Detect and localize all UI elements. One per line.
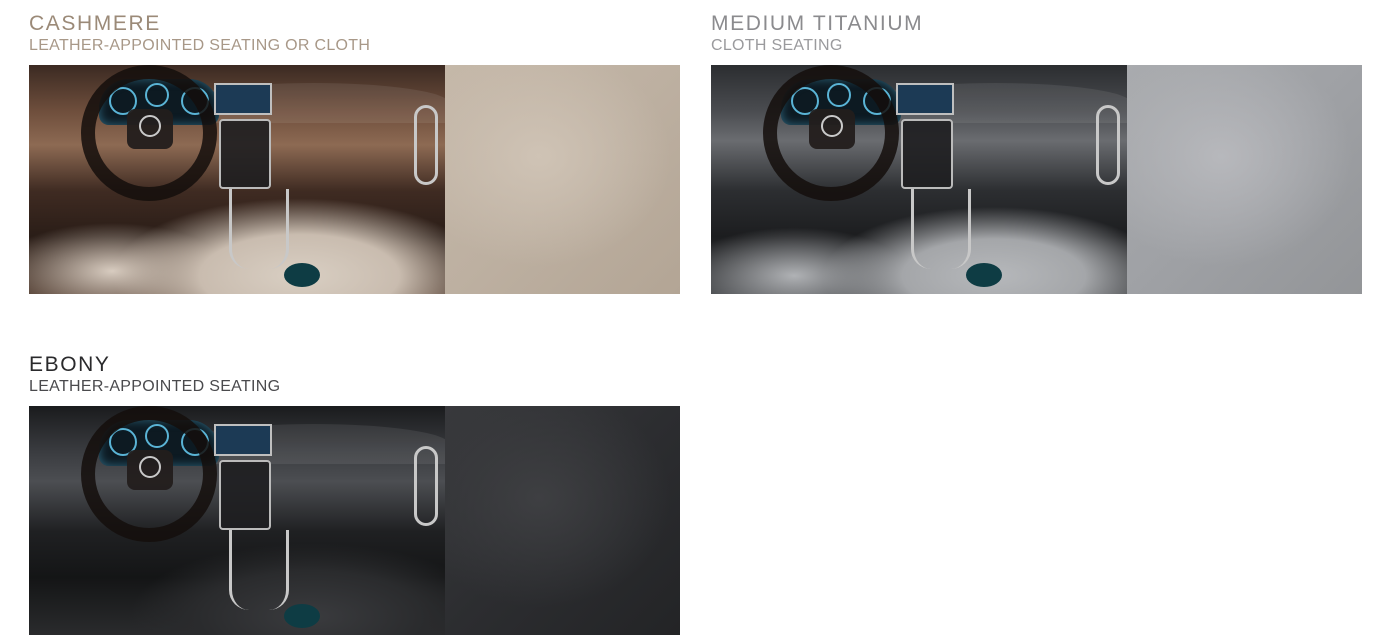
air-vent: [414, 446, 438, 526]
center-stack: [901, 119, 953, 189]
brand-logo-icon: [139, 456, 161, 478]
center-stack: [219, 119, 271, 189]
interior-photo: [29, 65, 445, 294]
seating-type: LEATHER-APPOINTED SEATING OR CLOTH: [29, 37, 371, 54]
color-name: EBONY: [29, 353, 111, 376]
swatch-images: [29, 406, 680, 635]
material-texture-swatch: [445, 406, 680, 635]
material-texture-swatch: [445, 65, 680, 294]
seating-type: CLOTH SEATING: [711, 37, 843, 54]
seating-type: LEATHER-APPOINTED SEATING: [29, 378, 281, 395]
cupholder: [284, 604, 320, 628]
cupholder: [966, 263, 1002, 287]
brand-logo-icon: [139, 115, 161, 137]
swatch-cashmere: CASHMERE LEATHER-APPOINTED SEATING OR CL…: [29, 12, 681, 294]
cupholder: [284, 263, 320, 287]
brand-logo-icon: [821, 115, 843, 137]
material-texture-swatch: [1127, 65, 1362, 294]
infotainment-screen: [214, 83, 272, 115]
swatch-medium-titanium: MEDIUM TITANIUM CLOTH SEATING: [711, 12, 1363, 294]
swatch-images: [29, 65, 680, 294]
center-console: [911, 189, 971, 269]
air-vent: [1096, 105, 1120, 185]
center-console: [229, 530, 289, 610]
color-name: CASHMERE: [29, 12, 161, 35]
infotainment-screen: [896, 83, 954, 115]
interior-photo: [29, 406, 445, 635]
infotainment-screen: [214, 424, 272, 456]
air-vent: [414, 105, 438, 185]
swatch-images: [711, 65, 1362, 294]
color-name: MEDIUM TITANIUM: [711, 12, 924, 35]
center-console: [229, 189, 289, 269]
interior-photo: [711, 65, 1127, 294]
swatch-ebony: EBONY LEATHER-APPOINTED SEATING: [29, 353, 681, 635]
center-stack: [219, 460, 271, 530]
